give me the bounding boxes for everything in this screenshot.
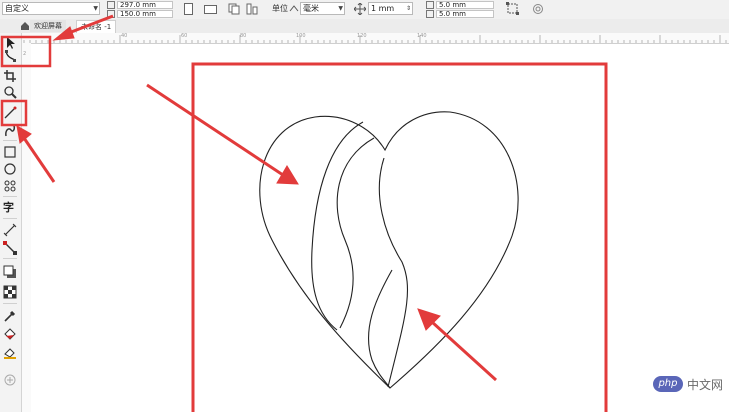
heart-drawing[interactable] [259, 111, 519, 389]
php-logo: php [652, 376, 683, 392]
site-watermark: php 中文网 [652, 376, 723, 392]
shape-tool-highlight-box [0, 35, 52, 68]
artboard-highlight-box [191, 62, 608, 412]
canvas-overlay [0, 14, 608, 412]
watermark-text: 中文网 [686, 377, 723, 392]
heart-outline[interactable] [259, 111, 519, 389]
heart-stroke-3[interactable] [378, 157, 409, 388]
heart-stroke-2[interactable] [336, 137, 375, 329]
arrow-head-icon [276, 165, 299, 185]
pointer-arrows [16, 14, 498, 382]
arrow-head-icon [52, 26, 75, 41]
freehand-tool-highlight-box [0, 99, 28, 127]
